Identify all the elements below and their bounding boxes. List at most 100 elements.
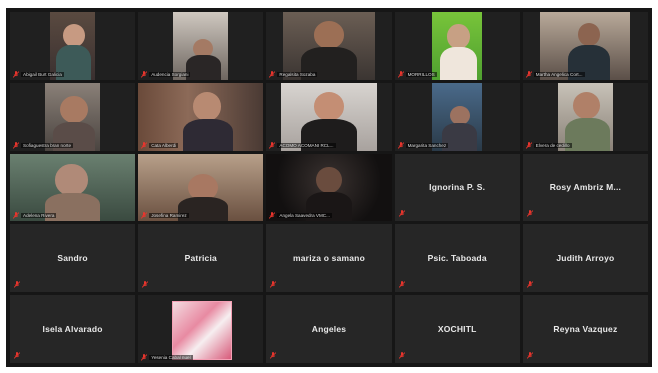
participant-tile[interactable]: Audencia Sorgiani: [138, 12, 264, 80]
muted-mic-icon: [270, 281, 277, 288]
participant-name: MORRILLOS: [405, 71, 437, 77]
participant-tile[interactable]: Josefina Ramirez: [138, 153, 264, 222]
participant-face: [447, 24, 470, 49]
participant-face: [313, 92, 344, 121]
participant-tile[interactable]: Cata Alberdi: [138, 82, 264, 151]
participant-name: Margarita Sanchez: [405, 142, 449, 148]
participant-name: Cata Alberdi: [149, 142, 179, 148]
muted-mic-icon: [141, 70, 148, 78]
participant-label: Cata Alberdi: [141, 141, 179, 149]
muted-mic-icon: [270, 352, 277, 359]
meeting-window: Abigail Burt Galicia Audencia Sorgiani R…: [6, 8, 652, 367]
participant-name: Elvera de cedillo: [533, 142, 572, 148]
muted-mic-icon: [269, 141, 276, 149]
participant-tile[interactable]: Adelena Rivera: [10, 153, 136, 222]
participant-name: Yesenia Cabal nuel: [149, 355, 193, 360]
participant-name: ACOMO ACOMANI RCL...: [277, 142, 336, 148]
muted-mic-icon: [397, 70, 404, 78]
participant-tile[interactable]: Regalsita Sozaba: [266, 12, 392, 80]
participant-body: [439, 47, 478, 80]
participant-tile[interactable]: Angeles: [266, 295, 392, 363]
muted-mic-icon: [141, 141, 148, 149]
participant-tile[interactable]: Isela Alvarado: [10, 295, 136, 363]
participant-tile[interactable]: MORRILLOS: [394, 12, 520, 80]
participant-tile[interactable]: Margarita Sanchez: [394, 82, 520, 151]
participant-name: Psic. Taboada: [427, 253, 487, 264]
gallery-grid: Abigail Burt Galicia Audencia Sorgiani R…: [10, 12, 648, 363]
participant-name: Patricia: [184, 253, 217, 264]
participant-label: ACOMO ACOMANI RCL...: [269, 141, 336, 149]
participant-tile[interactable]: Abigail Burt Galicia: [10, 12, 136, 80]
participant-name: Reyna Vazquez: [553, 324, 618, 335]
participant-tile[interactable]: Ignorina P. S.: [394, 153, 520, 222]
participant-tile[interactable]: Sofiaguestra bran norte: [10, 82, 136, 151]
muted-mic-icon: [398, 352, 405, 359]
muted-mic-icon: [526, 281, 533, 288]
muted-mic-icon: [14, 352, 20, 359]
participant-tile[interactable]: mariza o samano: [266, 224, 392, 293]
participant-label: Martha Angelica Cort...: [525, 70, 585, 78]
participant-face: [193, 92, 221, 121]
participant-tile[interactable]: Yesenia Cabal nuel: [138, 295, 264, 363]
participant-label: Adelena Rivera: [13, 212, 57, 220]
participant-tile[interactable]: Angela Saavedra VMC...: [266, 153, 392, 222]
participant-name: Judith Arroyo: [556, 253, 615, 264]
participant-label: Regalsita Sozaba: [269, 70, 318, 78]
muted-mic-icon: [14, 281, 20, 288]
participant-tile[interactable]: ACOMO ACOMANI RCL...: [266, 82, 392, 151]
muted-mic-icon: [269, 70, 276, 78]
profile-picture: [171, 300, 232, 360]
participant-name: Abigail Burt Galicia: [21, 71, 64, 77]
participant-tile[interactable]: Sandro: [10, 224, 136, 293]
participant-label: Abigail Burt Galicia: [13, 70, 64, 78]
participant-label: MORRILLOS: [397, 70, 437, 78]
participant-tile[interactable]: Psic. Taboada: [394, 224, 520, 293]
participant-face: [316, 167, 342, 193]
muted-mic-icon: [526, 210, 533, 218]
participant-face: [577, 22, 601, 46]
participant-face: [60, 96, 88, 124]
participant-label: Angela Saavedra VMC...: [269, 212, 332, 220]
participant-tile[interactable]: Rosy Ambriz M...: [522, 153, 648, 222]
participant-name: Angela Saavedra VMC...: [277, 213, 332, 219]
participant-name: Ignorina P. S.: [429, 182, 486, 193]
participant-label: Audencia Sorgiani: [141, 70, 191, 78]
participant-face: [313, 21, 344, 49]
participant-tile[interactable]: Reyna Vazquez: [522, 295, 648, 363]
participant-name: Sofiaguestra bran norte: [21, 142, 74, 148]
muted-mic-icon: [141, 212, 148, 220]
muted-mic-icon: [13, 212, 19, 220]
participant-name: Adelena Rivera: [21, 213, 57, 219]
participant-tile[interactable]: XOCHITL: [394, 295, 520, 363]
muted-mic-icon: [526, 352, 533, 359]
participant-label: Margarita Sanchez: [397, 141, 449, 149]
participant-tile[interactable]: Patricia: [138, 224, 264, 293]
participant-name: XOCHITL: [437, 324, 477, 335]
participant-label: Sofiaguestra bran norte: [13, 141, 74, 149]
participant-tile[interactable]: Judith Arroyo: [522, 224, 648, 293]
muted-mic-icon: [269, 212, 276, 220]
participant-label: Josefina Ramirez: [141, 212, 189, 220]
participant-name: Rosy Ambriz M...: [549, 182, 622, 193]
participant-tile[interactable]: Elvera de cedillo: [522, 82, 648, 151]
muted-mic-icon: [13, 70, 19, 78]
muted-mic-icon: [13, 141, 19, 149]
participant-face: [55, 164, 88, 196]
participant-label: Elvera de cedillo: [525, 141, 572, 149]
muted-mic-icon: [397, 141, 404, 149]
muted-mic-icon: [142, 281, 149, 288]
muted-mic-icon: [398, 281, 405, 288]
muted-mic-icon: [525, 141, 532, 149]
participant-name: Regalsita Sozaba: [277, 71, 318, 77]
muted-mic-icon: [525, 70, 532, 78]
participant-body: [565, 118, 611, 151]
participant-name: Josefina Ramirez: [149, 213, 189, 219]
participant-label: Yesenia Cabal nuel: [141, 354, 193, 361]
participant-body: [183, 119, 234, 151]
participant-name: Sandro: [57, 253, 88, 264]
participant-name: mariza o samano: [293, 253, 365, 264]
participant-tile[interactable]: Martha Angelica Cort...: [522, 12, 648, 80]
participant-name: Martha Angelica Cort...: [533, 71, 585, 77]
muted-mic-icon: [398, 210, 405, 218]
muted-mic-icon: [141, 354, 148, 361]
